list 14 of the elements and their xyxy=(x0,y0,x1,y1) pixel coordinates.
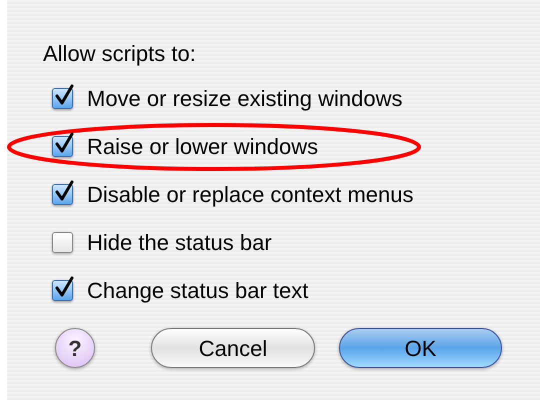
checkmark-icon xyxy=(54,180,74,202)
help-button[interactable]: ? xyxy=(55,328,95,368)
option-label: Disable or replace context menus xyxy=(87,180,414,209)
option-label: Raise or lower windows xyxy=(87,132,318,160)
ok-button[interactable]: OK xyxy=(339,328,502,368)
checkmark-icon xyxy=(54,276,74,298)
checkbox[interactable] xyxy=(52,232,73,252)
cancel-button[interactable]: Cancel xyxy=(151,328,315,368)
option-label: Move or resize existing windows xyxy=(87,84,402,113)
checkmark-icon xyxy=(54,84,74,106)
option-label: Hide the status bar xyxy=(87,228,272,256)
checkmark-icon xyxy=(54,132,74,154)
heading-text: Allow scripts to: xyxy=(43,40,196,68)
option-label: Change status bar text xyxy=(87,276,308,305)
